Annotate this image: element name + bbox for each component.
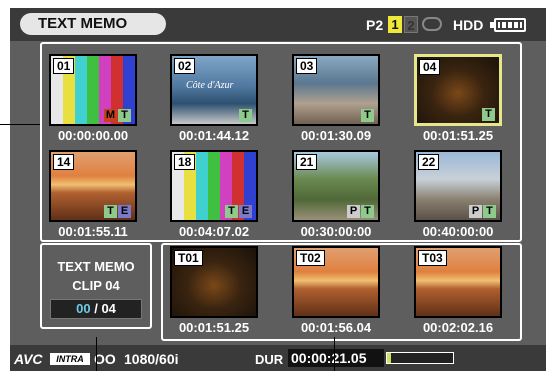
tag-E-badge: E bbox=[239, 205, 252, 218]
tag-P-badge: P bbox=[469, 205, 482, 218]
clip-number: 04 bbox=[419, 59, 441, 75]
top-bar: TEXT MEMO P2 1 2 HDD bbox=[10, 8, 546, 41]
duration-progress-fill bbox=[387, 353, 391, 363]
memo-thumbnail[interactable]: T01 bbox=[170, 246, 258, 318]
clip-thumbnail[interactable]: 18 T E bbox=[170, 150, 258, 222]
memo-timecode: 00:01:56.04 bbox=[300, 320, 372, 335]
clip-timecode: 00:00:00.00 bbox=[57, 128, 129, 143]
format-label: 1080/60i bbox=[124, 351, 179, 367]
info-clip: CLIP 04 bbox=[72, 278, 120, 293]
clip-thumbnail[interactable]: 14 T E bbox=[49, 150, 137, 222]
memo-number: T03 bbox=[418, 250, 447, 266]
hdd-label: HDD bbox=[453, 17, 484, 33]
memo-separator: / bbox=[94, 301, 98, 316]
duration-label: DUR bbox=[255, 352, 284, 367]
clip-timecode: 00:01:44.12 bbox=[178, 128, 250, 143]
tag-P-badge: P bbox=[347, 205, 360, 218]
memo-timecode: 00:02:02.16 bbox=[422, 320, 494, 335]
tag-E-badge: E bbox=[118, 205, 131, 218]
info-title: TEXT MEMO bbox=[57, 259, 135, 274]
memo-total: 04 bbox=[101, 301, 116, 316]
hdd-icon bbox=[422, 17, 442, 31]
clip-number: 02 bbox=[174, 58, 196, 74]
memo-thumbnail[interactable]: T02 bbox=[292, 246, 380, 318]
screen-title: TEXT MEMO bbox=[20, 13, 166, 35]
clip-number: 03 bbox=[296, 58, 318, 74]
clip-thumbnail[interactable]: 03 T bbox=[292, 54, 380, 126]
clip-number: 01 bbox=[53, 58, 75, 74]
memo-timecode: 00:01:51.25 bbox=[178, 320, 250, 335]
clip-timecode: 00:01:55.11 bbox=[58, 224, 128, 239]
tag-T-badge: T bbox=[482, 108, 495, 121]
tag-M-badge: M bbox=[104, 109, 117, 122]
callout-line-left bbox=[0, 124, 40, 125]
p2-label: P2 bbox=[366, 17, 384, 33]
tag-T-badge: T bbox=[118, 109, 131, 122]
codec-sub-label: INTRA bbox=[50, 353, 90, 365]
slot-2-indicator: 2 bbox=[404, 16, 418, 33]
memo-info-panel: TEXT MEMO CLIP 04 00 / 04 bbox=[40, 243, 152, 329]
duration-progress-bar bbox=[386, 352, 454, 364]
tag-T-badge: T bbox=[483, 205, 496, 218]
tag-T-badge: T bbox=[104, 205, 117, 218]
battery-icon bbox=[490, 18, 526, 32]
slot-1-indicator: 1 bbox=[388, 16, 402, 33]
tag-T-badge: T bbox=[361, 109, 374, 122]
codec-label: AVC bbox=[14, 351, 43, 367]
clip-timecode: 00:30:00:00 bbox=[300, 224, 372, 239]
clip-caption: Côte d'Azur bbox=[186, 80, 234, 91]
memo-thumbnail[interactable]: T03 bbox=[414, 246, 502, 318]
clip-thumbnail[interactable]: 01 M T bbox=[49, 54, 137, 126]
mode-label: OO bbox=[94, 351, 116, 367]
tag-T-badge: T bbox=[361, 205, 374, 218]
memo-counter: 00 / 04 bbox=[50, 299, 142, 319]
clip-timecode: 00:01:30.09 bbox=[300, 128, 372, 143]
clip-number: 14 bbox=[53, 154, 75, 170]
clip-number: 22 bbox=[418, 154, 440, 170]
memo-current: 00 bbox=[76, 301, 91, 316]
clip-timecode: 00:40:00:00 bbox=[422, 224, 494, 239]
duration-value: 00:00:21.05 bbox=[288, 349, 384, 367]
tag-T-badge: T bbox=[239, 109, 252, 122]
memo-number: T01 bbox=[174, 250, 203, 266]
callout-line-info bbox=[96, 337, 97, 371]
camera-screen: TEXT MEMO P2 1 2 HDD TEXT MEMO CLIP 04 0… bbox=[10, 8, 546, 371]
callout-line-memo bbox=[334, 337, 335, 371]
clip-thumbnail[interactable]: 02 Côte d'Azur T bbox=[170, 54, 258, 126]
memo-number: T02 bbox=[296, 250, 325, 266]
bottom-bar: AVC INTRA OO 1080/60i DUR 00:00:21.05 bbox=[10, 345, 546, 371]
tag-T-badge: T bbox=[225, 205, 238, 218]
clip-thumbnail[interactable]: 22 P T bbox=[414, 150, 502, 222]
clip-thumbnail[interactable]: 04 T bbox=[414, 54, 502, 126]
clip-timecode: 00:01:51.25 bbox=[422, 128, 494, 143]
clip-timecode: 00:04:07.02 bbox=[178, 224, 250, 239]
clip-number: 18 bbox=[174, 154, 196, 170]
clip-thumbnail[interactable]: 21 P T bbox=[292, 150, 380, 222]
clip-number: 21 bbox=[296, 154, 318, 170]
